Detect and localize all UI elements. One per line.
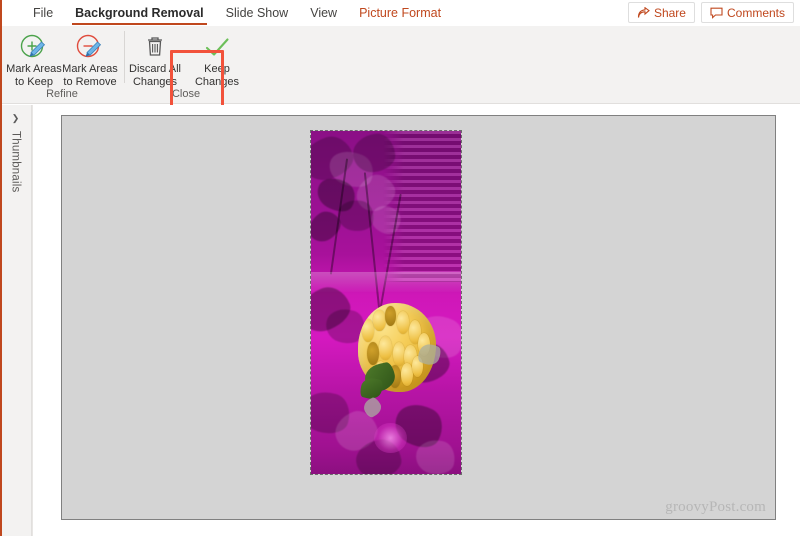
tab-view[interactable]: View <box>299 0 348 26</box>
mark-remove-icon <box>75 32 105 62</box>
ribbon-group-label-close: Close <box>171 88 201 100</box>
ribbon-tab-strip: File Background Removal Slide Show View … <box>0 0 800 26</box>
slide-canvas[interactable]: groovyPost.com <box>61 115 776 520</box>
thumbnails-rail-label: Thumbnails <box>9 131 22 193</box>
keep-changes-label: Keep Changes <box>194 63 240 88</box>
powerpoint-window: File Background Removal Slide Show View … <box>0 0 800 536</box>
tab-slide-show[interactable]: Slide Show <box>215 0 300 26</box>
tab-background-removal[interactable]: Background Removal <box>64 0 215 26</box>
share-icon <box>637 6 650 19</box>
discard-all-changes-label: Discard All Changes <box>129 63 181 88</box>
share-button[interactable]: Share <box>627 2 695 23</box>
picture-object[interactable] <box>310 130 462 475</box>
workspace: ❯ Thumbnails groovyPost.com <box>0 0 800 536</box>
thumbnails-rail[interactable]: ❯ Thumbnails <box>0 0 32 536</box>
mark-areas-to-keep-button[interactable]: Mark Areas to Keep <box>6 29 62 88</box>
watermark: groovyPost.com <box>665 499 766 515</box>
mark-areas-to-keep-label: Mark Areas to Keep <box>6 63 62 88</box>
tab-file[interactable]: File <box>22 0 64 26</box>
comments-button[interactable]: Comments <box>700 2 794 23</box>
comments-button-label: Comments <box>726 5 785 20</box>
picture-image <box>311 131 461 474</box>
comment-icon <box>710 7 723 19</box>
ribbon-group-refine: Mark Areas to Keep Mark Areas to Remove … <box>0 26 124 103</box>
mark-areas-to-remove-label: Mark Areas to Remove <box>62 63 118 88</box>
ribbon-group-label-refine: Refine <box>46 88 78 100</box>
share-button-label: Share <box>653 5 686 20</box>
keep-changes-button[interactable]: Keep Changes <box>186 29 248 88</box>
ribbon: Mark Areas to Keep Mark Areas to Remove … <box>0 26 800 114</box>
tab-picture-format[interactable]: Picture Format <box>348 0 452 26</box>
mark-areas-to-remove-button[interactable]: Mark Areas to Remove <box>62 29 118 88</box>
trash-icon <box>143 32 167 62</box>
edit-area: groovyPost.com <box>32 105 800 536</box>
ribbon-group-close: Discard All Changes Keep Changes Close <box>124 26 248 103</box>
mark-keep-icon <box>19 32 49 62</box>
chevron-right-icon[interactable]: ❯ <box>12 113 20 123</box>
discard-all-changes-button[interactable]: Discard All Changes <box>124 29 186 88</box>
checkmark-icon <box>202 32 232 62</box>
ribbon-right-buttons: Share Comments <box>627 2 794 23</box>
photo-background-flower <box>374 422 407 454</box>
